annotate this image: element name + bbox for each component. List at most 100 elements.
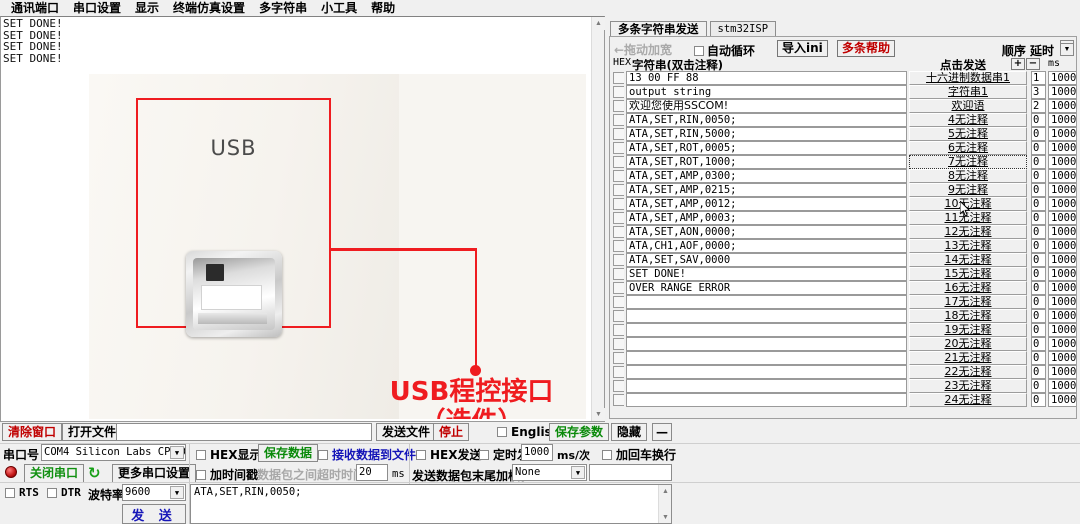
row-send-button[interactable]: 字符串1	[909, 85, 1027, 99]
row-hex-checkbox[interactable]	[613, 310, 624, 322]
refresh-ports-icon[interactable]: ↻	[88, 466, 101, 481]
table-row[interactable]: 21无注释 0 1000	[612, 351, 1076, 365]
row-string-input[interactable]	[626, 337, 907, 351]
row-hex-checkbox[interactable]	[613, 254, 624, 266]
row-send-button[interactable]: 6无注释	[909, 141, 1027, 155]
checkbox-icon[interactable]	[196, 469, 206, 480]
row-delay-input[interactable]: 1000	[1048, 183, 1076, 197]
send-button[interactable]: 发 送	[122, 504, 186, 524]
checksum-extra-input[interactable]	[589, 464, 672, 481]
clear-window-button[interactable]: 清除窗口	[2, 423, 63, 441]
menu-item-4[interactable]: 多字符串	[252, 0, 314, 16]
rts-checkbox[interactable]: RTS	[5, 486, 39, 499]
row-delay-input[interactable]: 1000	[1048, 323, 1076, 337]
row-string-input[interactable]: ATA,SET,AMP,0003;	[626, 211, 907, 225]
row-delay-input[interactable]: 1000	[1048, 71, 1076, 85]
row-sequence-input[interactable]: 0	[1031, 225, 1046, 239]
table-row[interactable]: ATA,SET,AMP,0003; 11无注释 0 1000	[612, 211, 1076, 225]
row-delay-input[interactable]: 1000	[1048, 211, 1076, 225]
multi-string-row-list[interactable]: 13 00 FF 88 十六进制数据串1 1 1000 output string 字符串…	[612, 71, 1076, 417]
row-string-input[interactable]: ATA,SET,AMP,0300;	[626, 169, 907, 183]
table-row[interactable]: SET DONE! 15无注释 0 1000	[612, 267, 1076, 281]
row-hex-checkbox[interactable]	[613, 128, 624, 140]
timestamp-checkbox[interactable]: 加时间戳	[196, 466, 258, 483]
row-send-button[interactable]: 4无注释	[909, 113, 1027, 127]
scroll-down-icon[interactable]: ▼	[659, 511, 672, 523]
row-delay-input[interactable]: 1000	[1048, 155, 1076, 169]
table-row[interactable]: ATA,SET,RIN,5000; 5无注释 0 1000	[612, 127, 1076, 141]
row-hex-checkbox[interactable]	[613, 86, 624, 98]
table-row[interactable]: 欢迎您使用SSCOM! 欢迎语 2 1000	[612, 99, 1076, 113]
save-params-button[interactable]: 保存参数	[549, 423, 610, 441]
row-delay-input[interactable]: 1000	[1048, 267, 1076, 281]
chevron-down-icon[interactable]: ▼	[170, 446, 184, 459]
table-row[interactable]: ATA,SET,AMP,0300; 8无注释 0 1000	[612, 169, 1076, 183]
row-send-button[interactable]: 十六进制数据串1	[909, 71, 1027, 85]
row-sequence-input[interactable]: 0	[1031, 169, 1046, 183]
send-area-scrollbar[interactable]: ▲ ▼	[658, 485, 671, 523]
row-sequence-input[interactable]: 3	[1031, 85, 1046, 99]
table-row[interactable]: 22无注释 0 1000	[612, 365, 1076, 379]
baud-rate-select[interactable]: 9600 ▼	[122, 484, 186, 501]
open-file-button[interactable]: 打开文件	[62, 423, 123, 441]
multi-string-help-button[interactable]: 多条帮助	[837, 40, 896, 57]
row-string-input[interactable]	[626, 393, 907, 407]
row-sequence-input[interactable]: 0	[1031, 281, 1046, 295]
checkbox-icon[interactable]	[497, 427, 507, 437]
table-row[interactable]: ATA,SET,ROT,0005; 6无注释 0 1000	[612, 141, 1076, 155]
row-sequence-input[interactable]: 1	[1031, 71, 1046, 85]
row-send-button[interactable]: 21无注释	[909, 351, 1027, 365]
row-hex-checkbox[interactable]	[613, 156, 624, 168]
scroll-up-icon[interactable]: ▲	[659, 485, 672, 497]
row-hex-checkbox[interactable]	[613, 72, 624, 84]
checkbox-icon[interactable]	[416, 449, 426, 460]
row-hex-checkbox[interactable]	[613, 324, 624, 336]
row-sequence-input[interactable]: 0	[1031, 239, 1046, 253]
row-hex-checkbox[interactable]	[613, 268, 624, 280]
table-row[interactable]: output string 字符串1 3 1000	[612, 85, 1076, 99]
row-delay-input[interactable]: 1000	[1048, 379, 1076, 393]
checkbox-icon[interactable]	[318, 449, 328, 460]
send-file-button[interactable]: 发送文件	[376, 423, 437, 441]
row-sequence-input[interactable]: 0	[1031, 141, 1046, 155]
receive-terminal-area[interactable]: SET DONE! SET DONE! SET DONE! SET DONE! …	[0, 16, 605, 422]
row-delay-input[interactable]: 1000	[1048, 309, 1076, 323]
row-string-input[interactable]	[626, 351, 907, 365]
row-send-button[interactable]: 22无注释	[909, 365, 1027, 379]
row-delay-input[interactable]: 1000	[1048, 225, 1076, 239]
row-string-input[interactable]: ATA,CH1,AOF,0000;	[626, 239, 907, 253]
menu-item-6[interactable]: 帮助	[364, 0, 402, 16]
row-string-input[interactable]: ATA,SET,ROT,0005;	[626, 141, 907, 155]
table-row[interactable]: 17无注释 0 1000	[612, 295, 1076, 309]
row-hex-checkbox[interactable]	[613, 212, 624, 224]
row-hex-checkbox[interactable]	[613, 352, 624, 364]
row-send-button[interactable]: 24无注释	[909, 393, 1027, 407]
packet-timeout-input[interactable]: 20	[356, 464, 388, 481]
row-delay-input[interactable]: 1000	[1048, 127, 1076, 141]
row-sequence-input[interactable]: 0	[1031, 379, 1046, 393]
menu-item-2[interactable]: 显示	[128, 0, 166, 16]
hide-button[interactable]: 隐藏	[611, 423, 648, 441]
row-send-button[interactable]: 16无注释	[909, 281, 1027, 295]
row-send-button[interactable]: 14无注释	[909, 253, 1027, 267]
checkbox-icon[interactable]	[5, 487, 15, 498]
minimize-button[interactable]: —	[652, 423, 672, 441]
row-delay-input[interactable]: 1000	[1048, 99, 1076, 113]
row-string-input[interactable]	[626, 295, 907, 309]
row-hex-checkbox[interactable]	[613, 226, 624, 238]
row-hex-checkbox[interactable]	[613, 142, 624, 154]
checkbox-icon[interactable]	[479, 449, 489, 460]
checksum-select[interactable]: None ▼	[512, 464, 587, 481]
row-hex-checkbox[interactable]	[613, 338, 624, 350]
row-sequence-input[interactable]: 0	[1031, 351, 1046, 365]
row-delay-input[interactable]: 1000	[1048, 141, 1076, 155]
row-delay-input[interactable]: 1000	[1048, 113, 1076, 127]
table-row[interactable]: 20无注释 0 1000	[612, 337, 1076, 351]
row-send-button[interactable]: 5无注释	[909, 127, 1027, 141]
row-hex-checkbox[interactable]	[613, 394, 624, 406]
row-hex-checkbox[interactable]	[613, 366, 624, 378]
row-sequence-input[interactable]: 0	[1031, 337, 1046, 351]
row-string-input[interactable]: ATA,SET,ROT,1000;	[626, 155, 907, 169]
receive-to-file-checkbox[interactable]: 接收数据到文件	[318, 446, 416, 463]
row-send-button[interactable]: 9无注释	[909, 183, 1027, 197]
